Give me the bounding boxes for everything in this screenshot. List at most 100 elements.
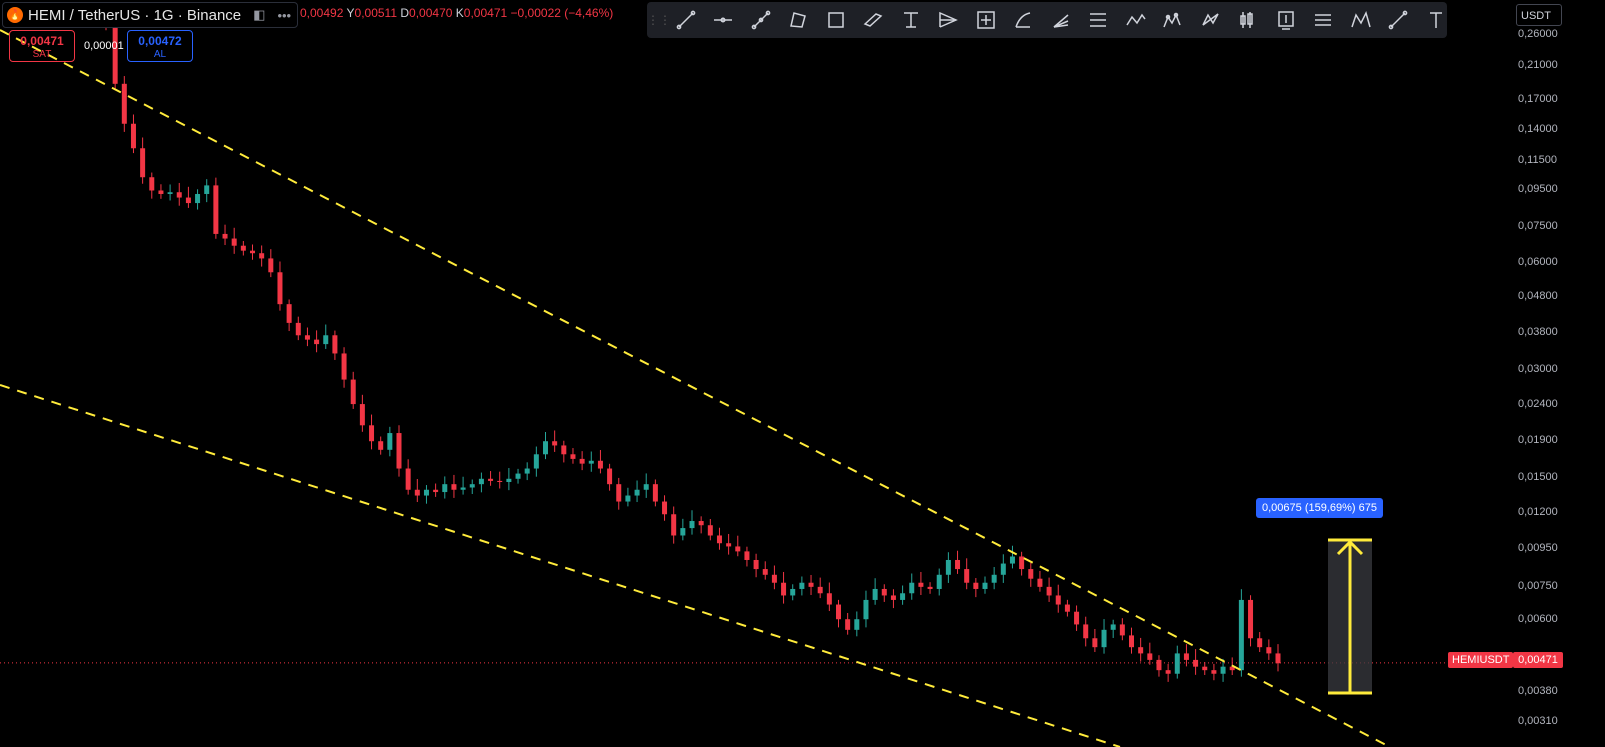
candle-body — [790, 588, 796, 596]
buy-button[interactable]: 0,00472 AL — [127, 30, 193, 62]
price-tick: 0,09500 — [1518, 183, 1558, 195]
buy-label: AL — [153, 49, 167, 60]
fib-fan-icon[interactable] — [1042, 2, 1080, 38]
candle-body — [359, 404, 365, 426]
candle-body — [1220, 666, 1226, 674]
pattern-icon[interactable] — [1155, 2, 1193, 38]
candle-body — [121, 83, 127, 124]
candle-body — [158, 190, 164, 194]
ohlc-high: 0,00511 — [354, 6, 398, 20]
candles-group — [103, 12, 1281, 682]
candles-icon[interactable] — [1230, 2, 1268, 38]
candle-body — [909, 582, 915, 594]
candle-body — [1238, 599, 1244, 671]
polyline-icon[interactable] — [780, 2, 818, 38]
ruler-icon[interactable] — [1380, 2, 1418, 38]
symbol-header[interactable]: 🔥 HEMI / TetherUS · 1G · Binance ◧ ••• — [2, 2, 299, 28]
candle-body — [1193, 659, 1199, 667]
candle-body — [396, 433, 402, 469]
candle-body — [423, 489, 429, 496]
candle-body — [460, 487, 466, 490]
candle-body — [881, 588, 887, 596]
candle-body — [597, 460, 603, 469]
candle-body — [1037, 578, 1043, 587]
candle-body — [863, 599, 869, 620]
candle-body — [808, 582, 814, 587]
candle-body — [204, 185, 210, 194]
trend-line-icon[interactable] — [667, 2, 705, 38]
price-tick: 0,00380 — [1518, 685, 1558, 697]
candle-body — [286, 304, 292, 323]
spread-value: 0,00001 — [84, 40, 124, 52]
candle-body — [1174, 653, 1180, 674]
lower-trendline[interactable] — [0, 384, 1121, 747]
buy-price: 0,00472 — [138, 34, 182, 48]
pitchfork-icon[interactable] — [930, 2, 968, 38]
candle-body — [469, 484, 475, 488]
candle-body — [533, 454, 539, 469]
price-tick: 0,17000 — [1518, 93, 1558, 105]
parallel-channel-icon[interactable] — [855, 2, 893, 38]
candle-body — [1009, 556, 1015, 564]
candle-body — [973, 582, 979, 589]
candle-body — [1064, 604, 1070, 612]
zigzag-icon[interactable] — [1117, 2, 1155, 38]
candle-body — [707, 525, 713, 536]
drag-handle-icon[interactable]: ⋮⋮ — [647, 13, 671, 27]
candle-body — [314, 339, 320, 345]
candle-body — [918, 582, 924, 587]
candle-body — [955, 559, 961, 570]
price-chart[interactable] — [0, 0, 1605, 747]
price-tick: 0,01500 — [1518, 471, 1558, 483]
price-tick: 0,00950 — [1518, 542, 1558, 554]
candle-body — [1055, 595, 1061, 605]
candle-body — [1028, 569, 1034, 579]
fib-retracement-icon[interactable] — [1080, 2, 1118, 38]
candle-body — [799, 582, 805, 589]
candle-body — [1248, 599, 1254, 639]
candle-body — [277, 272, 283, 305]
arc-icon[interactable] — [1005, 2, 1043, 38]
sell-button[interactable]: 0,00471 SAT — [9, 30, 75, 62]
candle-body — [781, 582, 787, 596]
candle-body — [231, 238, 237, 246]
candle-body — [1183, 653, 1189, 660]
currency-select[interactable]: USDT — [1516, 4, 1562, 26]
candle-body — [240, 245, 246, 251]
candle-body — [213, 185, 219, 234]
candle-body — [350, 379, 356, 405]
head-shoulders-icon[interactable] — [1342, 2, 1380, 38]
candle-body — [1046, 586, 1052, 596]
long-position-icon[interactable] — [1305, 2, 1343, 38]
upper-trendline[interactable] — [0, 29, 1391, 747]
candle-body — [195, 193, 201, 204]
xabcd-icon[interactable] — [1192, 2, 1230, 38]
drawing-toolbar: ⋮⋮ — [647, 2, 1447, 38]
candle-body — [112, 25, 118, 84]
candle-body — [1092, 638, 1098, 648]
symbol-title[interactable]: HEMI / TetherUS · 1G · Binance — [28, 7, 241, 24]
candle-body — [405, 468, 411, 490]
horizontal-ray-icon[interactable] — [705, 2, 743, 38]
candle-body — [607, 468, 613, 485]
crosshair-box-icon[interactable] — [967, 2, 1005, 38]
candle-body — [671, 514, 677, 536]
candle-body — [817, 586, 823, 594]
candle-body — [616, 484, 622, 502]
rectangle-icon[interactable] — [817, 2, 855, 38]
candle-body — [845, 619, 851, 630]
candle-body — [442, 484, 448, 493]
text-icon[interactable] — [1417, 2, 1455, 38]
candle-body — [890, 595, 896, 600]
anchored-text-icon[interactable] — [892, 2, 930, 38]
more-dots-icon[interactable]: ••• — [277, 8, 291, 23]
candle-body — [900, 593, 906, 600]
candle-body — [753, 559, 759, 570]
candle-body — [982, 582, 988, 589]
price-tick: 0,01900 — [1518, 434, 1558, 446]
info-line-icon[interactable] — [742, 2, 780, 38]
hide-icon[interactable]: ◧ — [253, 7, 265, 23]
candle-body — [1275, 653, 1281, 664]
price-tick: 0,00600 — [1518, 613, 1558, 625]
price-note-icon[interactable] — [1267, 2, 1305, 38]
